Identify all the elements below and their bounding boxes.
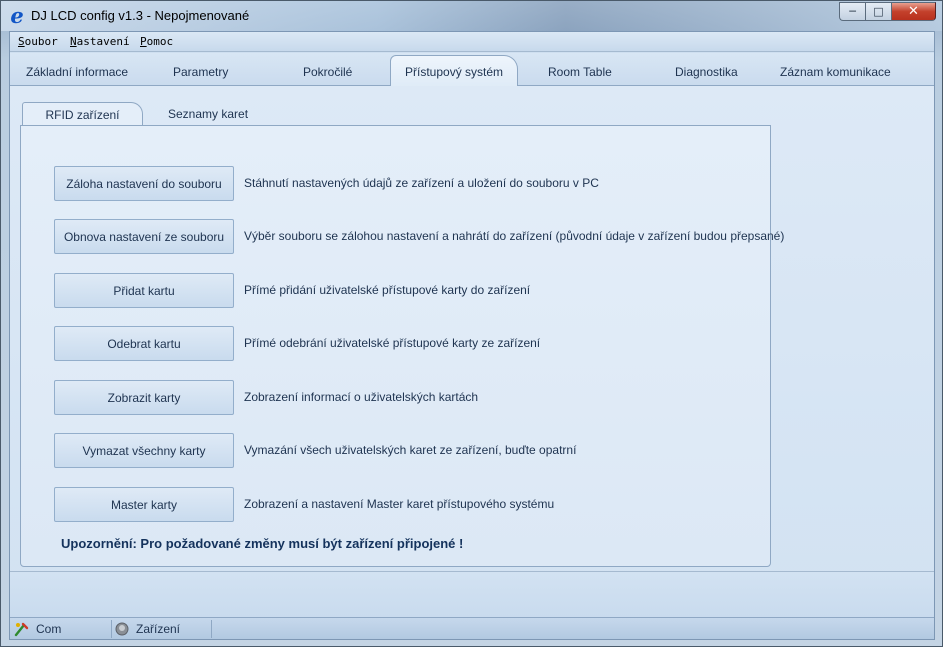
tab-page: RFID zařízení Seznamy karet Záloha nasta… [10,86,934,617]
tab-pristupovy-system[interactable]: Přístupový systém [390,55,519,87]
tab-pokrocile[interactable]: Pokročilé [303,65,352,79]
action-description: Přímé odebrání uživatelské přístupové ka… [244,336,541,350]
action-description: Zobrazení a nastavení Master karet příst… [244,497,555,511]
tab-parametry[interactable]: Parametry [173,65,228,79]
backup-settings-button[interactable]: Záloha nastavení do souboru [54,166,234,201]
menu-label: oubor [24,35,58,48]
add-card-button[interactable]: Přidat kartu [54,273,234,308]
action-description: Stáhnutí nastavených údajů ze zařízení a… [244,176,599,190]
main-tabs: Základní informace Parametry Pokročilé P… [10,53,934,87]
menu-soubor[interactable]: Soubor [18,35,58,48]
action-description: Výběr souboru se zálohou nastavení a nah… [244,229,785,243]
menu-pomoc[interactable]: Pomoc [140,35,173,48]
restore-settings-button[interactable]: Obnova nastavení ze souboru [54,219,234,254]
connection-warning: Upozornění: Pro požadované změny musí bý… [61,536,464,551]
status-device: Zařízení [114,618,180,640]
status-separator [211,620,212,638]
status-device-label: Zařízení [136,622,181,636]
page-footer-area [10,571,934,617]
menu-bar: Soubor Nastavení Pomoc [10,32,934,52]
minimize-button[interactable]: ─ [839,2,865,21]
status-separator [111,620,112,638]
app-logo-icon: e [10,3,24,28]
title-bar[interactable]: e DJ LCD config v1.3 - Nepojmenované ─ □… [1,1,942,31]
tab-zaznam-komunikace[interactable]: Záznam komunikace [780,65,891,79]
device-status-icon [114,621,130,637]
subtab-seznamy-karet[interactable]: Seznamy karet [168,102,248,126]
com-plug-icon [14,621,30,637]
tab-diagnostika[interactable]: Diagnostika [675,65,738,79]
close-button[interactable]: ✕ [891,2,936,21]
delete-all-cards-button[interactable]: Vymazat všechny karty [54,433,234,468]
menu-label: astavení [76,35,130,48]
client-area: Soubor Nastavení Pomoc Základní informac… [9,31,935,640]
remove-card-button[interactable]: Odebrat kartu [54,326,234,361]
status-com-label: Com [36,622,62,636]
rfid-panel: Záloha nastavení do souboru Stáhnutí nas… [20,125,784,567]
action-description: Přímé přidání uživatelské přístupové kar… [244,283,531,297]
menu-mnemonic: S [18,35,25,48]
window-controls: ─ □ ✕ [839,2,936,21]
menu-mnemonic: N [70,35,77,48]
menu-nastaveni[interactable]: Nastavení [70,35,130,48]
status-bar: Com Zařízení [10,617,934,639]
status-com: Com [14,618,61,640]
menu-mnemonic: P [140,35,147,48]
menu-label: omoc [146,35,174,48]
show-cards-button[interactable]: Zobrazit karty [54,380,234,415]
master-cards-button[interactable]: Master karty [54,487,234,522]
action-description: Zobrazení informací o uživatelských kart… [244,390,479,404]
window-title: DJ LCD config v1.3 - Nepojmenované [31,8,250,23]
subtab-rfid-zarizeni[interactable]: RFID zařízení [22,102,143,126]
action-description: Vymazání všech uživatelských karet ze za… [244,443,577,457]
tab-zakladni-informace[interactable]: Základní informace [26,65,128,79]
maximize-button[interactable]: □ [865,2,891,21]
tab-room-table[interactable]: Room Table [548,65,612,79]
app-window: e DJ LCD config v1.3 - Nepojmenované ─ □… [0,0,943,647]
